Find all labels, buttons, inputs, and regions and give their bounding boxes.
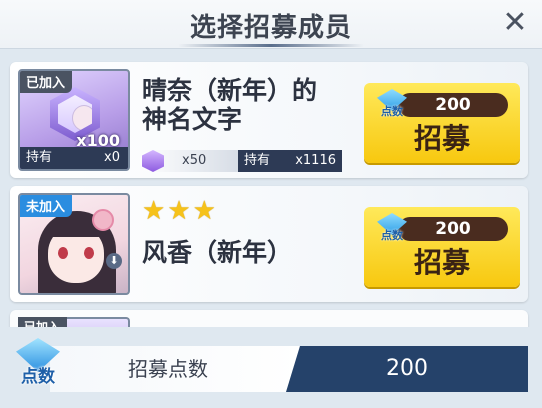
star-icon: ★ (192, 196, 216, 226)
star-rating: ★★★ (142, 197, 218, 225)
status-tag: 已加入 (18, 317, 68, 327)
owned-label: 持有 (26, 150, 53, 165)
points-icon: 点数 (374, 89, 410, 121)
status-tag: 未加入 (20, 195, 73, 217)
stock-label: 持有 (244, 153, 271, 168)
recruit-points-bar: 招募点数 200 (50, 346, 528, 392)
owned-value: x0 (104, 150, 120, 165)
hair-flower (92, 209, 114, 231)
status-tag: 已加入 (20, 71, 73, 93)
recruit-list[interactable]: 已加入 x100 持有 x0 晴奈（新年）的 神名文字 x50 持有 x1116… (0, 52, 542, 327)
recruit-card-hatsune-new-year-glyph: 已加入 x100 持有 x0 晴奈（新年）的 神名文字 x50 持有 x1116… (10, 62, 528, 178)
button-cost: 200 (398, 93, 508, 117)
title-underline (178, 44, 364, 47)
member-name: 风香（新年） (142, 238, 293, 267)
cost-box: x50 (140, 150, 238, 172)
member-name: 晴奈（新年）的 神名文字 (142, 76, 317, 134)
close-icon[interactable]: ✕ (498, 6, 532, 40)
recruit-points-label: 招募点数 (128, 357, 208, 381)
recruit-button[interactable]: 200 点数 招募 (364, 83, 520, 163)
points-icon-label: 点数 (21, 367, 55, 387)
recruit-card-partial[interactable]: 已加入 (10, 310, 528, 327)
footer: 招募点数 200 点数 (0, 328, 542, 408)
button-cost: 200 (398, 217, 508, 241)
dialog-header: 选择招募成员 ✕ (0, 0, 542, 49)
recruit-button-label: 招募 (413, 122, 470, 155)
owned-bar: 持有 x0 (20, 147, 128, 169)
item-thumbnail: 已加入 x100 持有 x0 (18, 69, 130, 171)
points-icon: 点数 (374, 213, 410, 245)
recruit-button[interactable]: 200 点数 招募 (364, 207, 520, 287)
recruit-card-fuuka-new-year: 未加入 ⬇ ★★★ 风香（新年） 200 点数 招募 (10, 186, 528, 302)
stock-value: x1116 (295, 153, 336, 168)
piece-cost: x50 (182, 153, 207, 168)
dialog-title: 选择招募成员 (189, 13, 352, 43)
gem-icon (142, 150, 164, 172)
member-name-line2: 神名文字 (142, 105, 243, 134)
recruit-points-value: 200 (386, 356, 428, 381)
member-name-line1: 晴奈（新年）的 (142, 76, 318, 105)
star-icon: ★ (142, 196, 166, 226)
recruit-button-label: 招募 (413, 246, 470, 279)
download-icon: ⬇ (106, 253, 122, 269)
points-icon-label: 点数 (381, 229, 403, 242)
character-portrait: 未加入 ⬇ (18, 193, 130, 295)
points-icon-label: 点数 (381, 105, 403, 118)
cost-stock-bar: x50 持有 x1116 (140, 150, 342, 172)
star-icon: ★ (167, 196, 191, 226)
points-icon: 点数 (10, 338, 66, 394)
stock-box: 持有 x1116 (238, 150, 342, 172)
